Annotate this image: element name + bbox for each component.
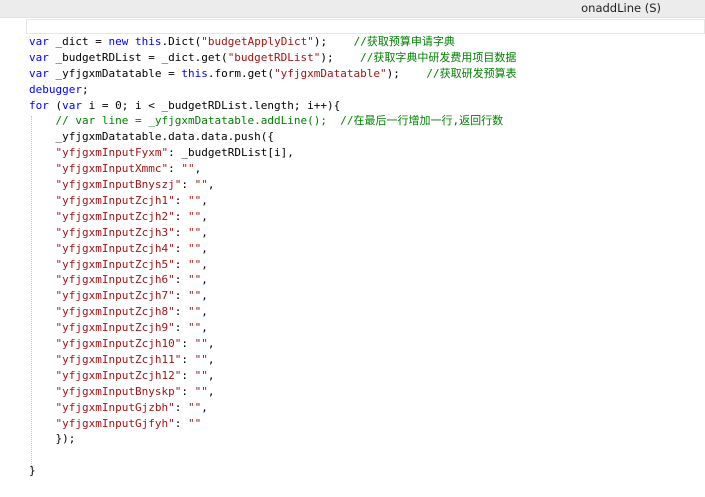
code-line[interactable]: "yfjgxmInputZcjh8": "",	[29, 304, 208, 320]
code-line[interactable]: "yfjgxmInputZcjh2": "",	[29, 209, 208, 225]
code-line[interactable]: // var line = _yfjgxmDatatable.addLine()…	[29, 113, 504, 129]
code-editor[interactable]: var _dict = new this.Dict("budgetApplyDi…	[0, 18, 705, 497]
code-line[interactable]: "yfjgxmInputZcjh3": "",	[29, 225, 208, 241]
current-line-highlight	[26, 19, 705, 34]
code-line[interactable]: "yfjgxmInputGjzbh": "",	[29, 400, 208, 416]
code-line[interactable]: "yfjgxmInputBnyskp": "",	[29, 384, 215, 400]
code-line[interactable]: "yfjgxmInputZcjh12": "",	[29, 368, 215, 384]
code-line[interactable]: });	[29, 431, 75, 447]
code-line[interactable]: "yfjgxmInputZcjh6": "",	[29, 272, 208, 288]
editor-header-bar: onaddLine (S)	[0, 0, 705, 18]
code-line[interactable]: var _yfjgxmDatatable = this.form.get("yf…	[29, 66, 517, 82]
code-line[interactable]: "yfjgxmInputBnyszj": "",	[29, 177, 215, 193]
code-line[interactable]: "yfjgxmInputZcjh4": "",	[29, 241, 208, 257]
code-line[interactable]: _yfjgxmDatatable.data.data.push({	[29, 129, 274, 145]
code-line[interactable]: "yfjgxmInputZcjh1": "",	[29, 193, 208, 209]
code-line[interactable]: var _dict = new this.Dict("budgetApplyDi…	[29, 34, 455, 50]
code-line[interactable]: "yfjgxmInputXmmc": "",	[29, 161, 202, 177]
code-line[interactable]: for (var i = 0; i < _budgetRDList.length…	[29, 98, 340, 114]
function-dropdown[interactable]: onaddLine (S)	[581, 0, 661, 17]
code-line[interactable]: "yfjgxmInputGjfyh": ""	[29, 416, 202, 432]
code-line[interactable]: "yfjgxmInputZcjh5": "",	[29, 257, 208, 273]
code-line[interactable]: debugger;	[29, 82, 89, 98]
code-line[interactable]: "yfjgxmInputZcjh10": "",	[29, 336, 215, 352]
code-line[interactable]: }	[29, 463, 36, 479]
code-line[interactable]: "yfjgxmInputZcjh11": "",	[29, 352, 215, 368]
code-line[interactable]: "yfjgxmInputZcjh7": "",	[29, 288, 208, 304]
code-line[interactable]: "yfjgxmInputZcjh9": "",	[29, 320, 208, 336]
code-line[interactable]: "yfjgxmInputFyxm": _budgetRDList[i],	[29, 145, 294, 161]
code-line[interactable]: var _budgetRDList = _dict.get("budgetRDL…	[29, 50, 516, 66]
line-number-gutter	[0, 18, 5, 497]
